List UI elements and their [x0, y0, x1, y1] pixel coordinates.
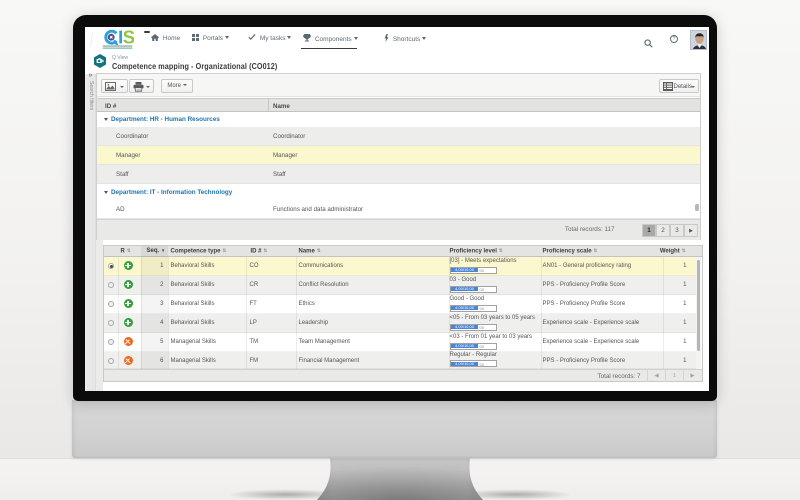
- svg-text:S: S: [123, 28, 134, 48]
